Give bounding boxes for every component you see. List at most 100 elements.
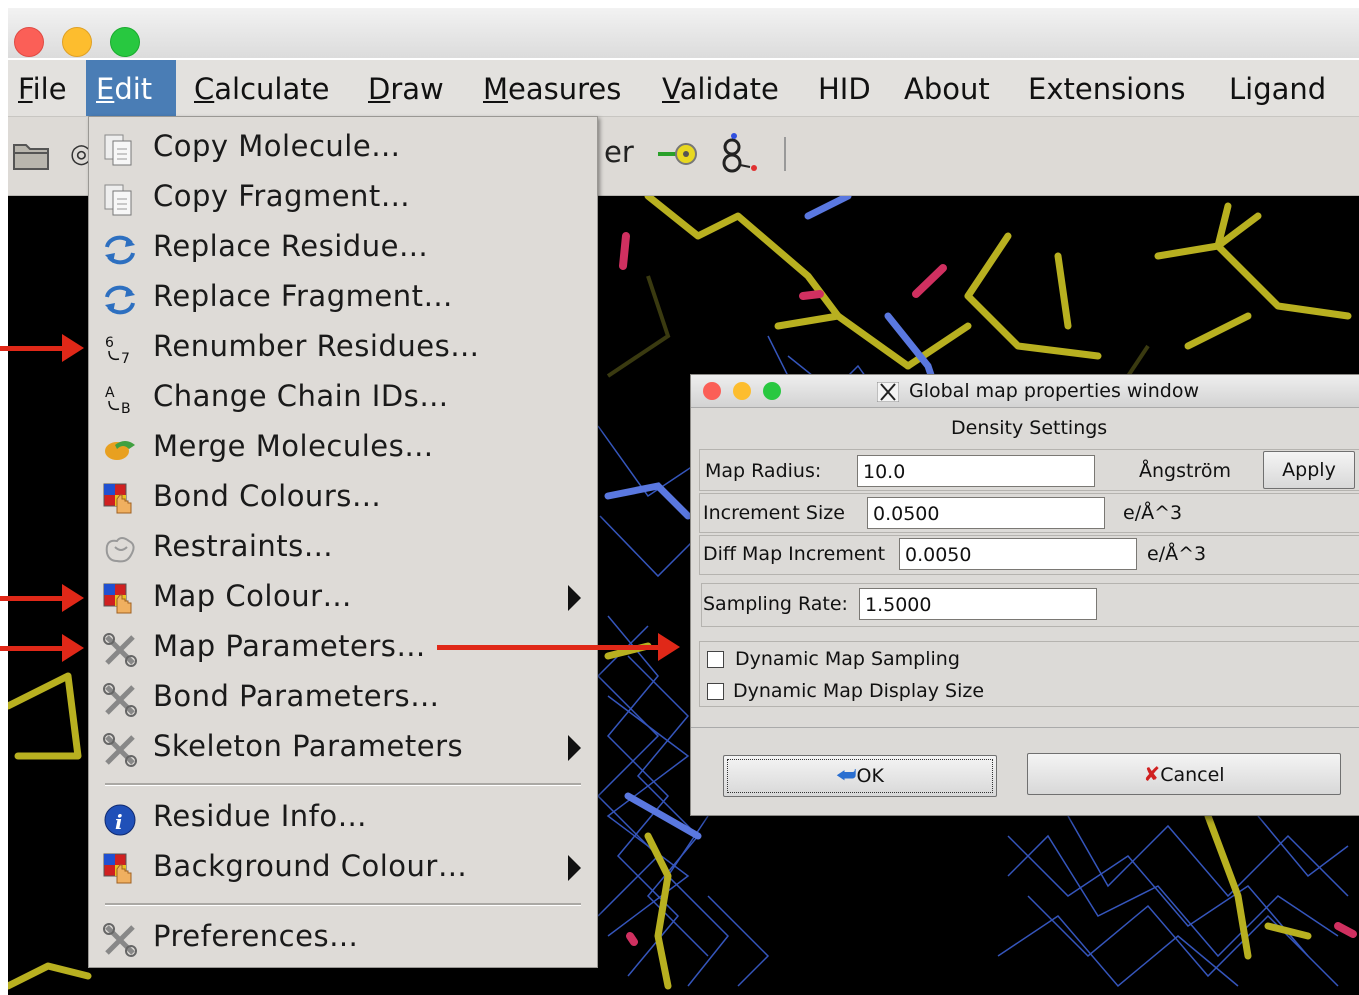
menubar: File Edit Calculate Draw Measures Valida…	[8, 60, 1359, 117]
menu-item-label: Replace Fragment…	[153, 279, 453, 313]
menu-item-label: Residue Info…	[153, 799, 368, 833]
menu-item-renumber-residues[interactable]: 67 Renumber Residues…	[89, 323, 597, 371]
increment-size-input[interactable]: 0.0500	[867, 497, 1105, 529]
dynamic-map-display-size-label: Dynamic Map Display Size	[733, 680, 985, 702]
menu-item-bond-parameters[interactable]: Bond Parameters…	[89, 673, 597, 721]
wrench-icon	[103, 683, 137, 717]
menu-file[interactable]: File	[8, 60, 77, 116]
dynamic-map-display-size-checkbox[interactable]	[707, 683, 724, 700]
menu-validate[interactable]: Validate	[652, 60, 789, 116]
menu-measures[interactable]: Measures	[473, 60, 631, 116]
submenu-arrow-icon	[568, 855, 581, 881]
menu-item-change-chain-ids[interactable]: AB Change Chain IDs…	[89, 373, 597, 421]
menu-item-restraints[interactable]: Restraints…	[89, 523, 597, 571]
toolbar-separator	[784, 137, 786, 171]
dynamic-map-sampling-label: Dynamic Map Sampling	[735, 648, 960, 670]
replace-icon	[105, 285, 135, 315]
menu-item-merge-molecules[interactable]: Merge Molecules…	[89, 423, 597, 471]
svg-text:B: B	[121, 401, 131, 417]
wrench-icon	[103, 633, 137, 667]
zoom-window-button[interactable]	[110, 27, 140, 57]
ok-button[interactable]: ⮨OK	[723, 755, 997, 797]
dynamic-map-sampling-checkbox[interactable]	[707, 651, 724, 668]
ligand-tool-icon[interactable]	[714, 131, 764, 175]
menu-item-label: Restraints…	[153, 529, 334, 563]
menu-item-label: Skeleton Parameters	[153, 729, 464, 763]
close-window-button[interactable]	[14, 27, 44, 57]
svg-text:7: 7	[121, 351, 130, 367]
annotation-arrow-map-parameters	[0, 646, 64, 651]
menu-ligand[interactable]: Ligand	[1219, 60, 1336, 116]
annotation-arrowhead	[62, 584, 84, 612]
wrench-icon	[103, 923, 137, 957]
toolbar-partial-label[interactable]: er	[604, 135, 634, 169]
annotation-arrowhead	[62, 634, 84, 662]
palette-hand-icon	[103, 583, 132, 614]
menu-item-label: Copy Molecule…	[153, 129, 401, 163]
diff-map-increment-unit: e/Å^3	[1147, 543, 1207, 565]
dialog-title: Global map properties window	[909, 380, 1199, 402]
increment-size-unit: e/Å^3	[1123, 502, 1183, 524]
svg-text:A: A	[105, 385, 115, 401]
menu-item-label: Map Parameters…	[153, 629, 426, 663]
menu-item-replace-residue[interactable]: Replace Residue…	[89, 223, 597, 271]
menu-draw[interactable]: Draw	[358, 60, 454, 116]
menu-item-label: Renumber Residues…	[153, 329, 480, 363]
wrench-icon	[103, 733, 137, 767]
menu-separator	[105, 783, 581, 786]
restraints-icon	[105, 537, 135, 563]
ok-button-label: OK	[856, 765, 884, 787]
menu-extensions[interactable]: Extensions	[1018, 60, 1195, 116]
edit-menu-dropdown: Copy Molecule… Copy Fragment… Replace Re…	[88, 116, 598, 968]
palette-hand-icon	[103, 853, 132, 884]
dialog-close-button[interactable]	[703, 382, 721, 400]
sampling-rate-input[interactable]: 1.5000	[859, 588, 1097, 620]
svg-text:i: i	[115, 810, 123, 834]
apply-button[interactable]: Apply	[1263, 451, 1355, 489]
annotation-arrow-to-dialog	[437, 645, 661, 650]
toolbar-partial-icon[interactable]: ◎	[70, 139, 93, 169]
menu-item-copy-fragment[interactable]: Copy Fragment…	[89, 173, 597, 221]
menu-item-background-colour[interactable]: Background Colour…	[89, 843, 597, 891]
annotation-arrowhead	[62, 334, 84, 362]
menu-item-label: Bond Colours…	[153, 479, 382, 513]
menu-item-preferences[interactable]: Preferences…	[89, 913, 597, 961]
minimize-window-button[interactable]	[62, 27, 92, 57]
dialog-minimize-button[interactable]	[733, 382, 751, 400]
menu-item-replace-fragment[interactable]: Replace Fragment…	[89, 273, 597, 321]
menu-separator	[105, 903, 581, 906]
menu-item-bond-colours[interactable]: Bond Colours…	[89, 473, 597, 521]
cancel-x-icon: ✘	[1143, 762, 1161, 786]
key-tool-icon[interactable]	[656, 139, 700, 169]
copy-icon	[104, 134, 132, 166]
merge-icon	[105, 441, 135, 460]
menu-hid[interactable]: HID	[808, 60, 881, 116]
global-map-properties-dialog: Global map properties window Density Set…	[690, 374, 1359, 816]
dialog-zoom-button[interactable]	[763, 382, 781, 400]
submenu-arrow-icon	[568, 585, 581, 611]
menu-about[interactable]: About	[894, 60, 1000, 116]
menu-item-map-colour[interactable]: Map Colour…	[89, 573, 597, 621]
diff-map-increment-input[interactable]: 0.0050	[899, 538, 1137, 570]
menu-item-label: Copy Fragment…	[153, 179, 411, 213]
menu-edit[interactable]: Edit	[86, 60, 176, 116]
menu-item-label: Preferences…	[153, 919, 359, 953]
menu-item-copy-molecule[interactable]: Copy Molecule…	[89, 123, 597, 171]
section-title: Density Settings	[951, 417, 1108, 439]
cancel-button-label: Cancel	[1160, 764, 1225, 786]
menu-item-label: Merge Molecules…	[153, 429, 434, 463]
cancel-button[interactable]: ✘Cancel	[1027, 753, 1341, 795]
chain-ids-icon: AB	[105, 385, 131, 417]
menu-calculate[interactable]: Calculate	[184, 60, 339, 116]
palette-hand-icon	[103, 483, 132, 514]
map-radius-input[interactable]: 10.0	[857, 455, 1095, 487]
map-radius-unit: Ångström	[1139, 460, 1231, 482]
window-titlebar	[8, 8, 1359, 58]
renumber-icon: 67	[105, 335, 130, 367]
menu-item-label: Change Chain IDs…	[153, 379, 449, 413]
menu-item-residue-info[interactable]: i Residue Info…	[89, 793, 597, 841]
svg-text:6: 6	[105, 335, 114, 351]
x11-icon	[877, 382, 899, 402]
menu-item-skeleton-parameters[interactable]: Skeleton Parameters	[89, 723, 597, 771]
open-folder-icon[interactable]	[12, 137, 52, 171]
